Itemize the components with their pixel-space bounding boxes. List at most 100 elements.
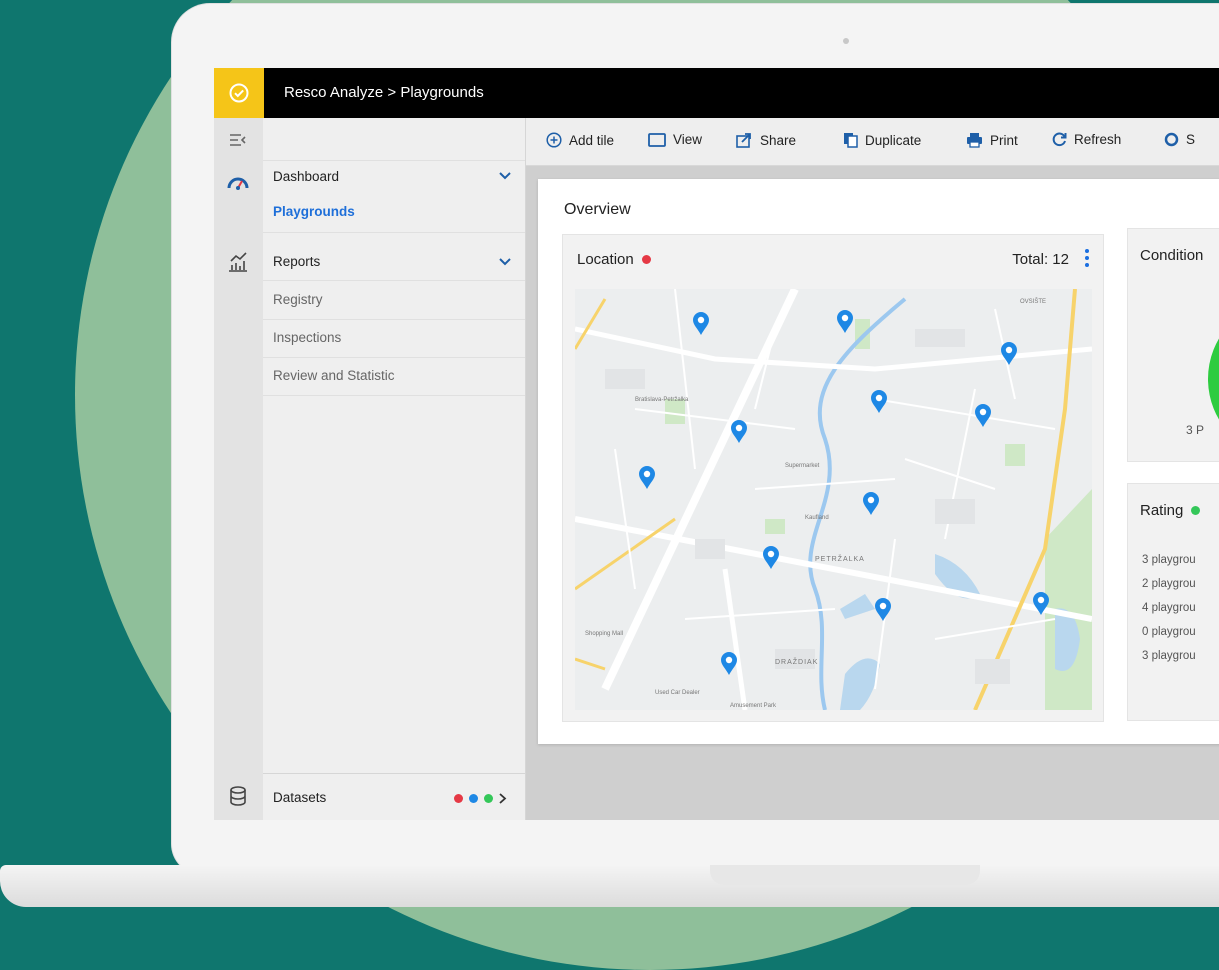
rating-list: 3 playgrou 2 playgrou 4 playgrou 0 playg… bbox=[1142, 554, 1196, 674]
duplicate-label: Duplicate bbox=[865, 132, 922, 148]
chevron-down-icon[interactable] bbox=[499, 258, 511, 266]
collapse-menu-icon[interactable] bbox=[226, 128, 250, 152]
sidebar-section-label: Reports bbox=[273, 254, 321, 269]
add-tile-label: Add tile bbox=[569, 132, 615, 148]
map-label: Used Car Dealer bbox=[655, 690, 700, 696]
print-label: Print bbox=[990, 132, 1018, 148]
overview-title: Overview bbox=[564, 201, 631, 218]
map-label: Kaufland bbox=[805, 515, 829, 521]
sidebar-item-label: Inspections bbox=[273, 330, 342, 345]
map-label: DRAŽDIAK bbox=[775, 657, 818, 666]
sidebar-section-dashboard[interactable]: Dashboard bbox=[263, 160, 525, 192]
rating-title: Rating bbox=[1140, 502, 1201, 519]
app-logo[interactable] bbox=[214, 68, 264, 118]
map-pin-icon[interactable] bbox=[975, 404, 991, 427]
map-pin-center bbox=[879, 602, 887, 610]
map-pin-icon[interactable] bbox=[721, 652, 737, 675]
map-label: Shopping Mall bbox=[585, 631, 623, 637]
map-pin-icon[interactable] bbox=[639, 466, 655, 489]
refresh-icon bbox=[1052, 132, 1067, 147]
settings-button[interactable]: S bbox=[1164, 132, 1195, 147]
print-button[interactable]: Print bbox=[966, 132, 1018, 148]
condition-tile[interactable]: Condition 3 P bbox=[1127, 228, 1219, 462]
dataset-dot-blue bbox=[469, 794, 478, 803]
chevron-right-icon[interactable] bbox=[499, 793, 507, 804]
sidebar-item-label: Registry bbox=[273, 292, 323, 307]
view-label: View bbox=[673, 132, 703, 147]
rating-row: 3 playgrou bbox=[1142, 650, 1196, 662]
condition-caption: 3 P bbox=[1186, 423, 1205, 437]
map-pin-icon[interactable] bbox=[875, 598, 891, 621]
more-options-icon[interactable] bbox=[1085, 249, 1089, 267]
map-pin-icon[interactable] bbox=[693, 312, 709, 335]
map-pin-icon[interactable] bbox=[763, 546, 779, 569]
sidebar-item-label: Review and Statistic bbox=[273, 368, 395, 383]
refresh-label: Refresh bbox=[1074, 132, 1122, 147]
dataset-dot-red bbox=[454, 794, 463, 803]
location-status-dot bbox=[641, 255, 651, 264]
sidebar-datasets[interactable]: Datasets bbox=[263, 773, 525, 820]
add-tile-button[interactable]: Add tile bbox=[546, 132, 614, 148]
plus-circle-icon bbox=[546, 132, 562, 148]
map-pin-center bbox=[841, 314, 849, 322]
map-label: OVSIŠTE bbox=[1020, 298, 1046, 305]
location-tile[interactable]: Location Total: 12 OVSIŠTE PETRŽALKA DRA… bbox=[562, 234, 1104, 722]
rating-row: 4 playgrou bbox=[1142, 602, 1196, 614]
rating-row: 2 playgrou bbox=[1142, 578, 1196, 590]
dashboard-gauge-icon[interactable] bbox=[226, 170, 250, 194]
condition-title: Condition bbox=[1140, 247, 1204, 264]
sidebar-item-label: Playgrounds bbox=[273, 204, 355, 219]
view-button[interactable]: View bbox=[648, 132, 702, 147]
map-pin-icon[interactable] bbox=[863, 492, 879, 515]
map-pin-center bbox=[697, 316, 705, 324]
map-pin-icon[interactable] bbox=[837, 310, 853, 333]
map-pin-center bbox=[643, 470, 651, 478]
map-pin-icon[interactable] bbox=[1001, 342, 1017, 365]
dashboard-content: Overview Location Total: 12 OVSIŠTE PETR… bbox=[538, 179, 1219, 744]
breadcrumb: Resco Analyze > Playgrounds bbox=[284, 84, 484, 101]
laptop-base-notch bbox=[710, 865, 980, 885]
map-pin-center bbox=[725, 656, 733, 664]
map-pin-center bbox=[979, 408, 987, 416]
window-icon bbox=[648, 132, 666, 147]
duplicate-button[interactable]: Duplicate bbox=[843, 132, 921, 148]
app-screen: Resco Analyze > Playgrounds Dashboard Pl… bbox=[214, 68, 1219, 820]
share-button[interactable]: Share bbox=[736, 132, 796, 148]
share-label: Share bbox=[760, 132, 797, 148]
laptop-camera bbox=[843, 38, 849, 44]
location-title-text: Location bbox=[577, 251, 634, 268]
map-label: PETRŽALKA bbox=[815, 554, 865, 563]
top-bar: Resco Analyze > Playgrounds bbox=[214, 68, 1219, 118]
rating-title-text: Rating bbox=[1140, 502, 1184, 519]
map-pin-center bbox=[867, 496, 875, 504]
playgrounds-map[interactable]: OVSIŠTE PETRŽALKA DRAŽDIAK Bratislava-Pe… bbox=[575, 289, 1092, 710]
map-pin-icon[interactable] bbox=[871, 390, 887, 413]
rating-tile[interactable]: Rating 3 playgrou 2 playgrou 4 playgrou … bbox=[1127, 483, 1219, 721]
duplicate-icon bbox=[844, 133, 858, 148]
settings-icon bbox=[1164, 132, 1179, 147]
sidebar-item-review-and-statistic[interactable]: Review and Statistic bbox=[263, 358, 525, 396]
location-total: Total: 12 bbox=[1012, 251, 1069, 268]
datasets-status-dots bbox=[454, 793, 507, 804]
chevron-down-icon[interactable] bbox=[499, 172, 511, 180]
sidebar: Dashboard Playgrounds Reports Registry I… bbox=[263, 118, 526, 820]
sidebar-rail bbox=[214, 118, 263, 820]
sidebar-section-reports[interactable]: Reports bbox=[263, 244, 525, 281]
map-pin-icon[interactable] bbox=[731, 420, 747, 443]
sidebar-header bbox=[263, 118, 525, 161]
sidebar-item-registry[interactable]: Registry bbox=[263, 282, 525, 320]
reports-chart-icon[interactable] bbox=[226, 250, 250, 274]
rating-row: 3 playgrou bbox=[1142, 554, 1196, 566]
map-pin-center bbox=[1005, 346, 1013, 354]
check-circle-icon bbox=[229, 83, 249, 103]
map-label: Supermarket bbox=[785, 463, 820, 469]
database-icon[interactable] bbox=[226, 784, 250, 808]
sidebar-item-inspections[interactable]: Inspections bbox=[263, 320, 525, 358]
condition-donut-chart bbox=[1208, 299, 1219, 459]
laptop-base bbox=[0, 865, 1219, 907]
sidebar-item-playgrounds[interactable]: Playgrounds bbox=[263, 196, 525, 233]
refresh-button[interactable]: Refresh bbox=[1052, 132, 1121, 147]
map-label: Bratislava-Petržalka bbox=[635, 397, 689, 403]
sidebar-section-label: Dashboard bbox=[273, 169, 340, 184]
map-label: Amusement Park bbox=[730, 703, 777, 709]
